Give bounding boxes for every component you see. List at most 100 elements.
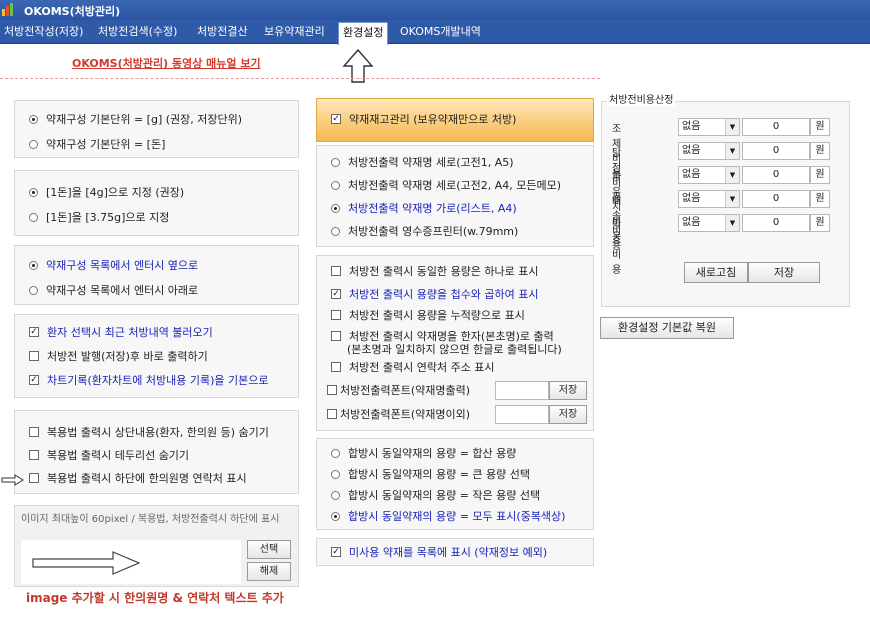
radio-icon [29,140,38,149]
radio-icon [29,188,38,197]
cost-value-input[interactable]: 0 [742,118,810,136]
checkbox-icon [331,331,341,341]
save-font-herb-button[interactable]: 저장 [549,381,587,400]
cost-value-input[interactable]: 0 [742,190,810,208]
tab-herb-inventory[interactable]: 보유약재관리 [260,22,329,44]
radio-icon [331,158,340,167]
cost-panel: 조제비용 없음 ▼ 0 원 탕전비용 없음 ▼ 0 원 파우치비용 없음 ▼ 0 원 … [601,101,850,307]
image-caption: image 추가할 시 한의원명 & 연락처 텍스트 추가 [26,591,284,605]
chevron-down-icon[interactable]: ▼ [725,191,739,207]
check-show-clinic-contact[interactable]: 복용법 출력시 하단에 한의원명 연락처 표시 [29,471,247,487]
radio-unit-don[interactable]: 약재구성 기본단위 = [돈] [29,137,165,153]
check-multiply-dose[interactable]: 처방전 출력시 용량을 첩수와 곱하여 표시 [331,287,539,303]
radio-icon [29,261,38,270]
cost-unit: 원 [810,190,830,208]
radio-output-vertical-a5[interactable]: 처방전출력 약재명 세로(고전1, A5) [331,155,514,171]
chevron-down-icon[interactable]: ▼ [725,215,739,231]
checkbox-icon [29,351,39,361]
cost-select[interactable]: 없음 ▼ [678,214,740,232]
cost-title: 처방전비용산정 [607,91,676,106]
image-panel: 이미지 최대높이 60pixel / 복용법, 처방전출력시 하단에 표시 선택… [14,505,299,587]
radio-icon [331,449,340,458]
window-title: OKOMS(처방관리) [24,5,121,18]
print-options-panel: 처방전 출력시 동일한 용량은 하나로 표시 처방전 출력시 용량을 첩수와 곱… [316,255,594,431]
unused-panel: 미사용 약재를 목록에 표시 (약재정보 예외) [316,538,594,566]
tab-okoms-history[interactable]: OKOMS개발내역 [396,22,485,44]
checkbox-icon [29,375,39,385]
check-cumulative-dose[interactable]: 처방전 출력시 용량을 누적량으로 표시 [331,308,525,324]
cost-select[interactable]: 없음 ▼ [678,190,740,208]
save-cost-button[interactable]: 저장 [748,262,820,283]
radio-icon [331,181,340,190]
check-show-unused[interactable]: 미사용 약재를 목록에 표시 (약재정보 예외) [331,545,547,561]
clear-image-button[interactable]: 해제 [247,562,291,581]
refresh-button[interactable]: 새로고침 [684,262,748,283]
radio-enter-side[interactable]: 약재구성 목록에서 엔터시 옆으로 [29,258,198,274]
output-panel: 처방전출력 약재명 세로(고전1, A5) 처방전출력 약재명 세로(고전2, … [316,145,594,247]
checkbox-icon[interactable] [327,385,337,395]
font-other-input[interactable] [495,405,549,424]
radio-combine-min[interactable]: 합방시 동일약재의 용량 = 작은 용량 선택 [331,488,540,504]
radio-enter-down[interactable]: 약재구성 목록에서 엔터시 아래로 [29,283,198,299]
radio-combine-max[interactable]: 합방시 동일약재의 용량 = 큰 용량 선택 [331,467,530,483]
check-show-address[interactable]: 처방전 출력시 연락처 주소 표시 [331,360,495,376]
cost-value-input[interactable]: 0 [742,166,810,184]
hanja-note: (본초명과 일치하지 않으면 한글로 출력됩니다) [347,343,562,356]
radio-don-375g[interactable]: [1돈]을 [3.75g]으로 지정 [29,210,169,226]
tab-prescription-write[interactable]: 처방전작성(저장) [0,22,87,44]
chevron-down-icon[interactable]: ▼ [725,119,739,135]
radio-combine-sum[interactable]: 합방시 동일약재의 용량 = 합산 용량 [331,446,516,462]
check-chart-record[interactable]: 차트기록(환자차트에 처방내용 기록)을 기본으로 [29,373,268,389]
unit-panel: 약재구성 기본단위 = [g] (권장, 저장단위) 약재구성 기본단위 = [… [14,100,299,158]
tab-prescription-search[interactable]: 처방전검색(수정) [94,22,181,44]
cost-value-input[interactable]: 0 [742,142,810,160]
cost-value-input[interactable]: 0 [742,214,810,232]
check-print-after-save[interactable]: 처방전 발행(저장)후 바로 출력하기 [29,349,208,365]
cost-select[interactable]: 없음 ▼ [678,166,740,184]
radio-output-vertical-a4[interactable]: 처방전출력 약재명 세로(고전2, A4, 모든메모) [331,178,561,194]
cost-select[interactable]: 없음 ▼ [678,142,740,160]
checkbox-icon [331,114,341,124]
radio-icon [331,204,340,213]
patient-panel: 환자 선택시 최근 처방내역 불러오기 처방전 발행(저장)후 바로 출력하기 … [14,314,299,398]
cost-select[interactable]: 없음 ▼ [678,118,740,136]
select-image-button[interactable]: 선택 [247,540,291,559]
cost-label: 박스비용 [612,220,622,276]
radio-output-horizontal-a4[interactable]: 처방전출력 약재명 가로(리스트, A4) [331,201,517,217]
checkbox-icon [29,473,39,483]
right-arrow-icon [32,551,141,575]
chevron-down-icon[interactable]: ▼ [725,167,739,183]
restore-defaults-button[interactable]: 환경설정 기본값 복원 [600,317,734,339]
check-merge-same-dose[interactable]: 처방전 출력시 동일한 용량은 하나로 표시 [331,264,539,280]
check-recent-history[interactable]: 환자 선택시 최근 처방내역 불러오기 [29,325,213,341]
cost-unit: 원 [810,118,830,136]
print-panel: 복용법 출력시 상단내용(환자, 한의원 등) 숨기기 복용법 출력시 테두리선… [14,410,299,494]
checkbox-icon [331,547,341,557]
checkbox-icon [331,310,341,320]
chevron-down-icon[interactable]: ▼ [725,143,739,159]
save-font-other-button[interactable]: 저장 [549,405,587,424]
cost-unit: 원 [810,142,830,160]
checkbox-icon [331,289,341,299]
check-hide-header[interactable]: 복용법 출력시 상단내용(환자, 한의원 등) 숨기기 [29,425,269,441]
font-herb-input[interactable] [495,381,549,400]
radio-unit-g[interactable]: 약재구성 기본단위 = [g] (권장, 저장단위) [29,112,242,128]
manual-video-link[interactable]: OKOMS(처방관리) 동영상 매뉴얼 보기 [72,55,261,71]
check-stock-management[interactable]: 약재재고관리 (보유약재만으로 처방) [331,112,516,128]
radio-combine-all[interactable]: 합방시 동일약재의 용량 = 모두 표시(중복색상) [331,509,565,525]
divider [0,78,600,79]
font-row-herb: 처방전출력폰트(약재명출력) [327,383,470,399]
font-row-other: 처방전출력폰트(약재명이외) [327,407,470,423]
radio-icon [29,286,38,295]
radio-don-4g[interactable]: [1돈]을 [4g]으로 지정 (권장) [29,185,184,201]
radio-icon [331,227,340,236]
tab-prescription-settlement[interactable]: 처방전결산 [193,22,252,44]
stock-panel: 약재재고관리 (보유약재만으로 처방) [316,98,594,142]
tab-settings[interactable]: 환경설정 [338,22,389,45]
checkbox-icon [331,362,341,372]
radio-icon [331,491,340,500]
radio-output-receipt[interactable]: 처방전출력 영수증프린터(w.79mm) [331,224,518,240]
check-hide-border[interactable]: 복용법 출력시 테두리선 숨기기 [29,448,189,464]
image-size-note: 이미지 최대높이 60pixel / 복용법, 처방전출력시 하단에 표시 [21,514,280,525]
checkbox-icon[interactable] [327,409,337,419]
